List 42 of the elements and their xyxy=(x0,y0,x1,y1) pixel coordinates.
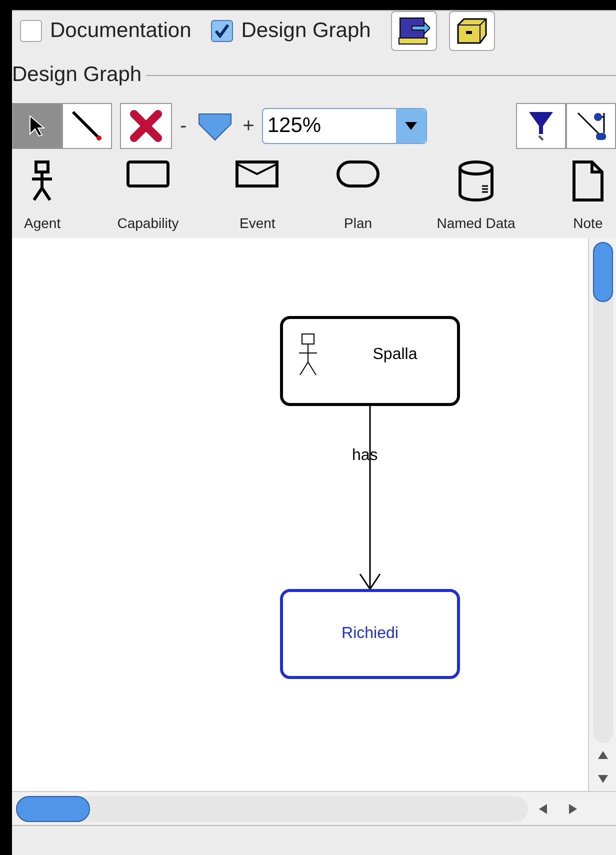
horizontal-scrollbar[interactable] xyxy=(16,796,528,822)
palette-item[interactable]: Note xyxy=(572,160,604,234)
stick-figure-icon xyxy=(30,160,54,202)
cylinder-icon xyxy=(457,160,495,202)
stick-figure-icon xyxy=(297,333,319,377)
checkbox[interactable] xyxy=(20,20,42,42)
zoom-in-label: + xyxy=(242,114,254,139)
agent-node[interactable]: Spalla xyxy=(280,316,460,406)
node-label: Spalla xyxy=(372,345,418,365)
node-label: Richiedi xyxy=(340,624,400,644)
vertical-scrollbar[interactable] xyxy=(588,238,616,791)
palette-item[interactable]: Event xyxy=(235,160,280,234)
palette-item[interactable]: Capability xyxy=(117,160,179,234)
line-icon xyxy=(71,110,103,142)
funnel-icon xyxy=(527,110,555,142)
filter-button[interactable] xyxy=(516,103,566,149)
scroll-thumb[interactable] xyxy=(592,242,612,302)
cross-icon xyxy=(130,110,162,142)
palette-item[interactable]: Plan xyxy=(336,160,380,234)
zoom-combo-box[interactable]: 125% xyxy=(262,108,428,144)
checkbox[interactable] xyxy=(211,20,234,42)
drawer-button[interactable] xyxy=(448,10,495,50)
scroll-thumb[interactable] xyxy=(16,796,90,822)
group-title: Design Graph xyxy=(12,62,142,88)
envelope-icon xyxy=(235,160,280,188)
palette-item[interactable]: Named Data xyxy=(436,160,516,234)
zoom-out-label: - xyxy=(180,114,187,139)
palette-item[interactable]: Agent xyxy=(24,160,61,234)
pointer-icon xyxy=(29,115,45,137)
layout-button[interactable] xyxy=(566,103,616,149)
rectangle-icon xyxy=(126,160,170,188)
document-icon xyxy=(572,160,604,202)
computer-arrow-icon xyxy=(398,16,430,46)
checkbox-label: Documentation xyxy=(50,18,192,44)
export-button[interactable] xyxy=(390,10,437,50)
delete-button[interactable] xyxy=(120,103,172,149)
goal-node[interactable]: Richiedi xyxy=(280,589,460,679)
drawer-icon xyxy=(454,16,489,44)
select-tool-button[interactable] xyxy=(12,103,62,149)
checkbox-label: Design Graph xyxy=(241,18,371,44)
rounded-rectangle-icon xyxy=(336,160,380,188)
link-tool-button[interactable] xyxy=(62,103,112,149)
